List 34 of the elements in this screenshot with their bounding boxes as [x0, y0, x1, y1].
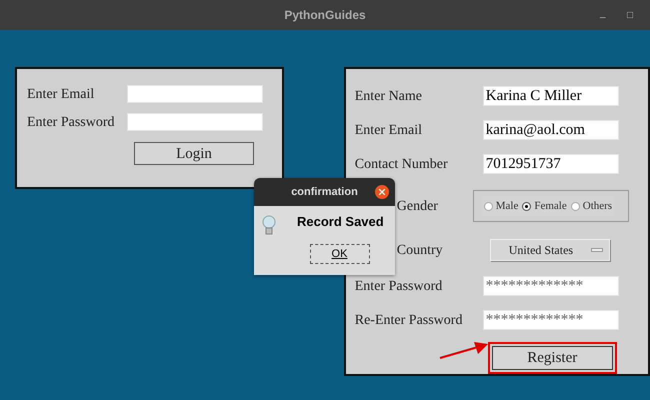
radio-button[interactable] — [484, 202, 493, 210]
country-dropdown[interactable]: United States — [490, 239, 610, 261]
field-label: Re-Enter Password — [354, 312, 464, 330]
ok-button[interactable]: OK — [310, 244, 370, 264]
field-label: Enter Email — [354, 122, 424, 140]
field-label: Enter Name — [354, 88, 423, 106]
login-button[interactable]: Login — [134, 142, 254, 165]
radio-label: Male — [496, 198, 518, 214]
field-label: Enter Password — [354, 278, 444, 296]
input-field[interactable]: 7012951737 — [482, 154, 619, 174]
input-field[interactable] — [127, 85, 263, 103]
input-field[interactable] — [127, 113, 263, 131]
dropdown-indicator-icon — [590, 248, 603, 252]
field-label: Enter Password — [27, 114, 116, 132]
input-field[interactable]: Karina C Miller — [482, 86, 619, 106]
minimize-button[interactable]: _ — [600, 6, 606, 21]
radio-button[interactable] — [570, 202, 580, 210]
field-label: Contact Number — [354, 156, 449, 174]
radio-label: Others — [582, 198, 612, 214]
window-title: PythonGuides — [284, 7, 366, 24]
radio-label: Female — [534, 198, 567, 214]
dialog-title: confirmation — [291, 184, 358, 200]
field-label: Country — [396, 242, 444, 260]
register-button[interactable]: Register — [488, 342, 617, 374]
lightbulb-icon — [262, 215, 276, 237]
input-field[interactable]: ************* — [482, 276, 619, 296]
close-icon[interactable] — [375, 185, 389, 199]
maximize-button[interactable]: □ — [627, 8, 634, 23]
field-label: Gender — [396, 198, 439, 216]
dialog-message: Record Saved — [297, 213, 384, 231]
field-label: Enter Email — [27, 86, 96, 104]
radio-button[interactable] — [522, 202, 532, 210]
input-field[interactable]: ************* — [482, 310, 619, 330]
input-field[interactable]: karina@aol.com — [482, 120, 619, 140]
